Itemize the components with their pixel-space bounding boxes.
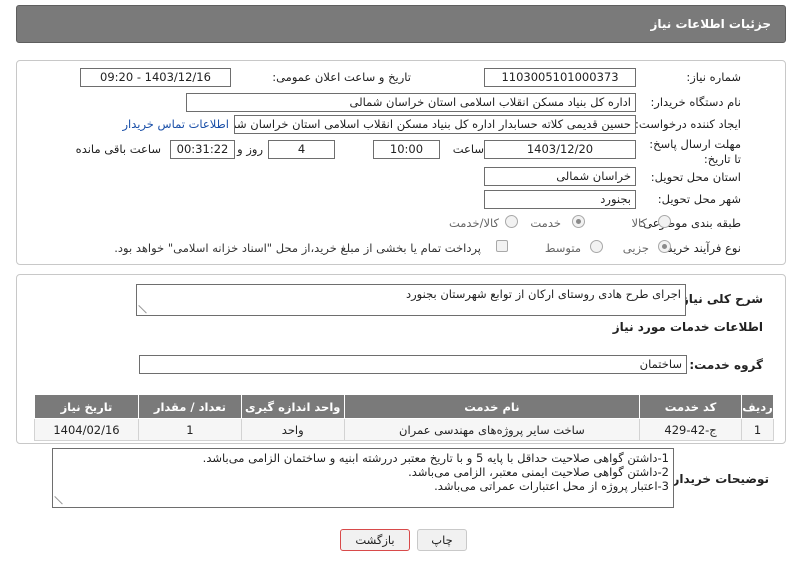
buyer-notes-label: توضیحات خریدار:	[667, 472, 769, 486]
page-header: جزئیات اطلاعات نیاز	[16, 5, 786, 43]
category-option-goods: کالا	[631, 216, 647, 230]
process-label: نوع فرآیند خرید :	[659, 241, 741, 255]
deadline-time-label: ساعت	[452, 142, 484, 156]
remaining-days-label: روز و	[237, 142, 263, 156]
remaining-time-field[interactable]: 00:31:22	[170, 140, 235, 159]
process-option-medium: متوسط	[544, 241, 581, 255]
services-table: ردیف کد خدمت نام خدمت واحد اندازه گیری ت…	[34, 394, 774, 441]
treasury-note: پرداخت تمام یا بخشی از مبلغ خرید،از محل …	[114, 241, 481, 255]
category-radio-goods-service[interactable]	[505, 215, 518, 228]
need-number-field[interactable]: 1103005101000373	[484, 68, 636, 87]
buyer-notes-resize-handle[interactable]	[55, 496, 64, 505]
buyer-contact-link[interactable]: اطلاعات تماس خریدار	[122, 117, 229, 131]
requester-field[interactable]: حسین قدیمی کلاته حسابدار اداره کل بنیاد …	[234, 115, 636, 134]
cell-row-number: 1	[741, 418, 774, 441]
category-option-service: خدمت	[530, 216, 561, 230]
category-radio-goods[interactable]	[658, 215, 671, 228]
buyer-note-line-3: 3-اعتبار پروژه از محل اعتبارات عمراتی می…	[434, 479, 669, 493]
table-row[interactable]: 1 ج-42-429 ساخت سایر پروژه‌های مهندسی عم…	[34, 418, 774, 441]
col-service-code: کد خدمت	[639, 394, 743, 419]
remaining-days-field[interactable]: 4	[268, 140, 335, 159]
cell-service-code: ج-42-429	[639, 418, 743, 441]
process-option-partial: جزیی	[622, 241, 649, 255]
summary-resize-handle[interactable]	[139, 305, 148, 314]
process-radio-partial[interactable]	[658, 240, 671, 253]
cell-quantity: 1	[137, 418, 242, 441]
cell-need-date: 1404/02/16	[34, 418, 139, 441]
summary-textarea[interactable]: اجرای طرح هادی روستای ارکان از توابع شهر…	[136, 284, 686, 316]
city-label: شهر محل تحویل:	[657, 192, 741, 206]
remaining-time-label: ساعت باقی مانده	[75, 142, 161, 156]
buyer-note-line-1: 1-داشتن گواهی صلاحیت حداقل با پایه 5 و ب…	[202, 451, 669, 465]
buyer-note-line-2: 2-داشتن گواهی صلاحیت ایمنی معتبر، الزامی…	[408, 465, 669, 479]
announce-date-label: تاریخ و ساعت اعلان عمومی:	[272, 70, 411, 84]
province-label: استان محل تحویل:	[650, 170, 741, 184]
deadline-date-field[interactable]: 1403/12/20	[484, 140, 636, 159]
services-table-header: ردیف کد خدمت نام خدمت واحد اندازه گیری ت…	[34, 394, 774, 419]
category-option-goods-service: کالا/خدمت	[448, 216, 499, 230]
city-field[interactable]: بجنورد	[484, 190, 636, 209]
col-row-number: ردیف	[741, 394, 774, 419]
summary-label: شرح کلی نیاز:	[677, 292, 763, 306]
service-group-label: گروه خدمت:	[689, 358, 763, 372]
deadline-label: مهلت ارسال پاسخ: تا تاریخ:	[649, 137, 741, 166]
buyer-notes-textarea[interactable]: 1-داشتن گواهی صلاحیت حداقل با پایه 5 و ب…	[52, 448, 674, 508]
deadline-time-field[interactable]: 10:00	[373, 140, 440, 159]
col-need-date: تاریخ نیاز	[34, 394, 139, 419]
page-title: جزئیات اطلاعات نیاز	[650, 17, 771, 31]
buyer-org-label: نام دستگاه خریدار:	[650, 95, 741, 109]
services-heading: اطلاعات خدمات مورد نیاز	[612, 320, 763, 334]
col-quantity: تعداد / مقدار	[137, 394, 242, 419]
col-unit: واحد اندازه گیری	[240, 394, 345, 419]
back-button[interactable]: بازگشت	[340, 529, 410, 551]
cell-service-name: ساخت سایر پروژه‌های مهندسی عمران	[343, 418, 641, 441]
process-radio-medium[interactable]	[590, 240, 603, 253]
cell-unit: واحد	[240, 418, 345, 441]
category-label: طبقه بندی موضوعی:	[639, 216, 741, 230]
announce-date-field[interactable]: 1403/12/16 - 09:20	[80, 68, 231, 87]
requester-label: ایجاد کننده درخواست:	[635, 117, 741, 131]
need-number-label: شماره نیاز:	[686, 70, 741, 84]
treasury-checkbox[interactable]	[496, 240, 508, 252]
buyer-org-field[interactable]: اداره کل بنیاد مسکن انقلاب اسلامی استان …	[186, 93, 636, 112]
service-group-field[interactable]: ساختمان	[139, 355, 687, 374]
col-service-name: نام خدمت	[343, 394, 641, 419]
category-radio-service[interactable]	[572, 215, 585, 228]
print-button[interactable]: چاپ	[417, 529, 467, 551]
province-field[interactable]: خراسان شمالی	[484, 167, 636, 186]
